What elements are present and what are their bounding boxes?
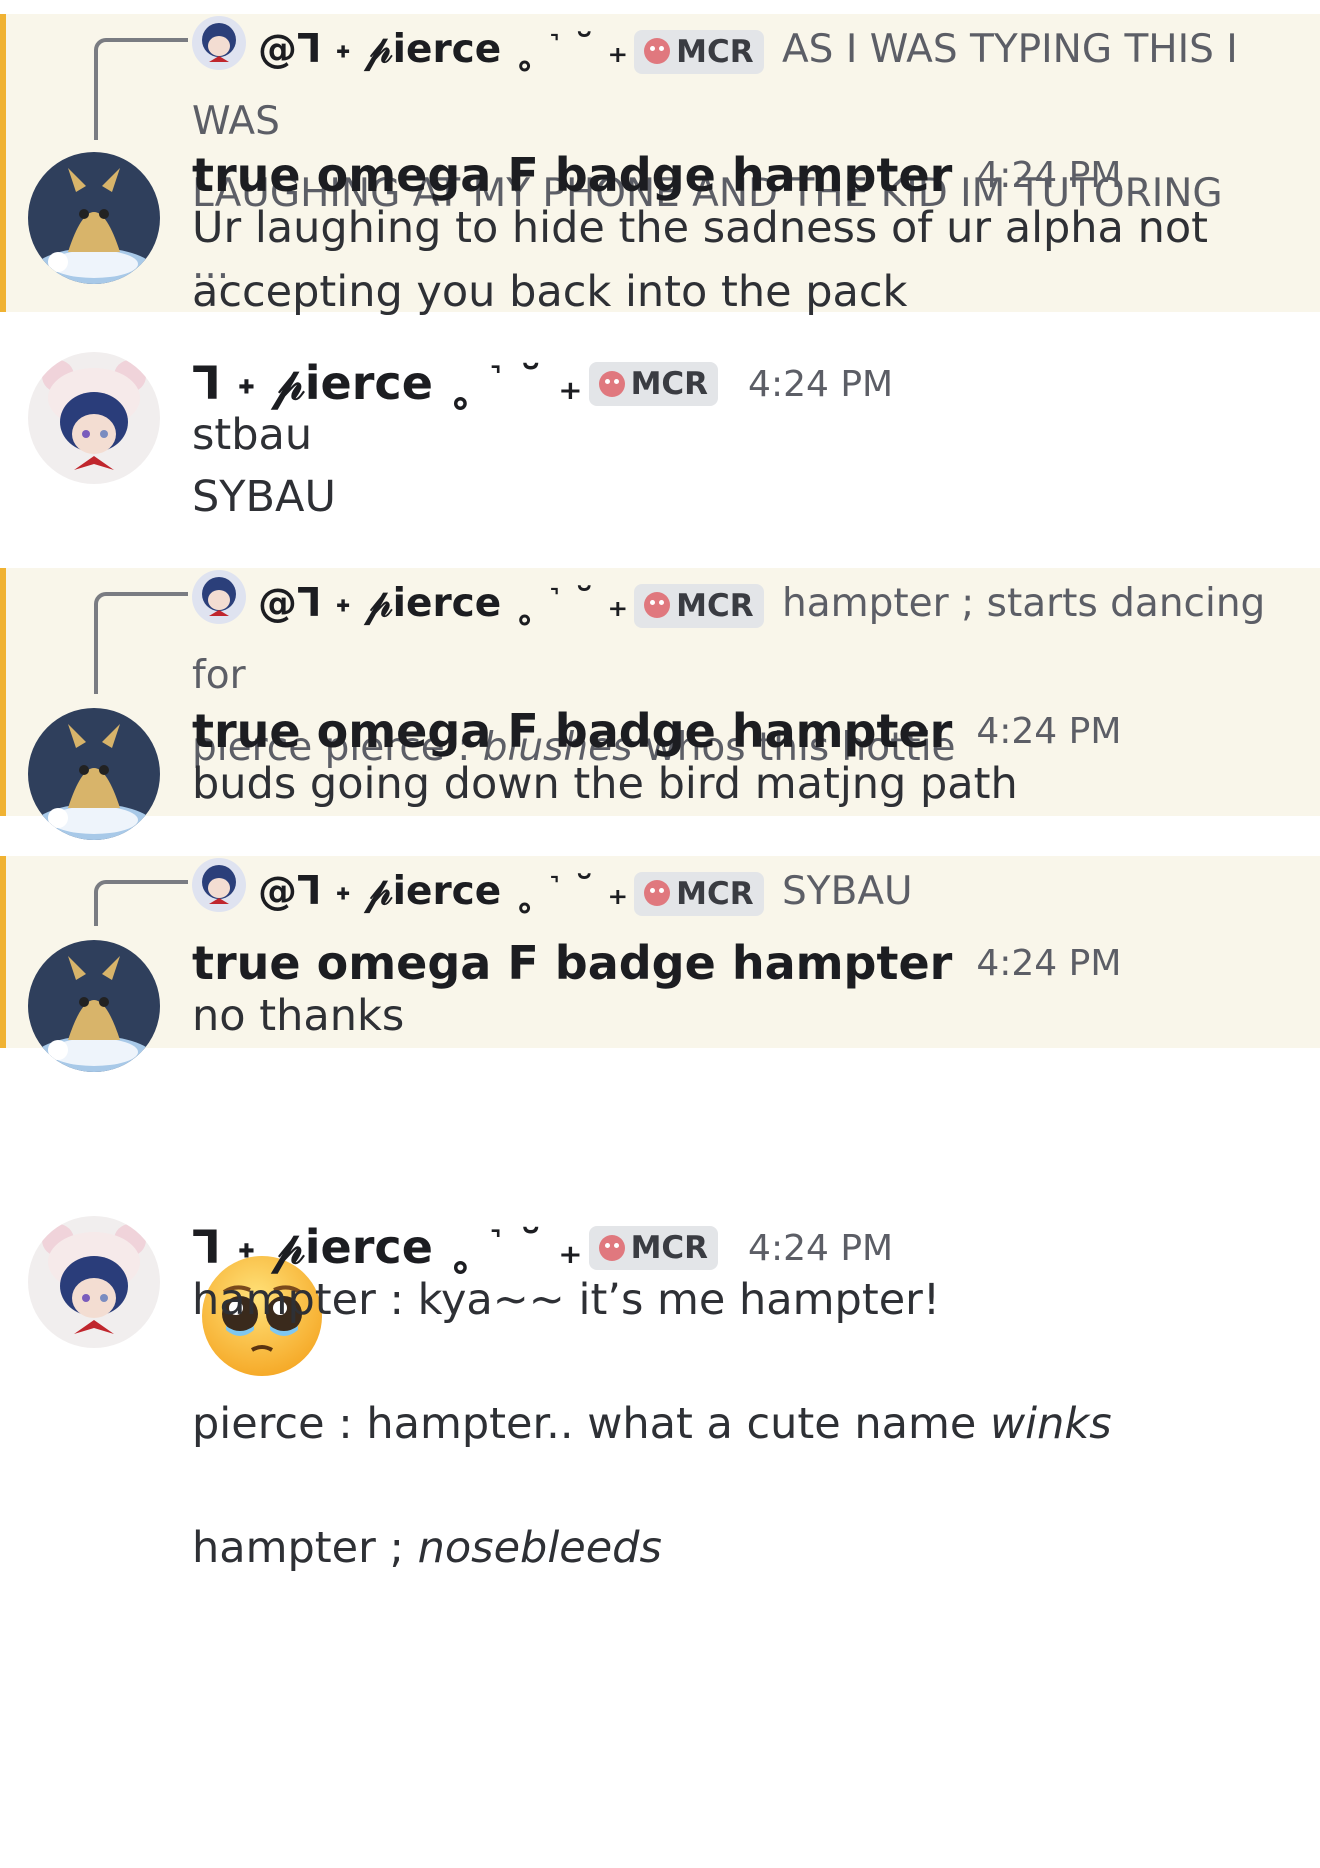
role-badge: MCR bbox=[634, 29, 764, 74]
message-line: buds going down the bird matjng path bbox=[192, 759, 1018, 809]
user-avatar[interactable] bbox=[28, 1216, 160, 1348]
message-line: stbau bbox=[192, 410, 313, 460]
timestamp[interactable]: 4:24 PM bbox=[748, 1228, 893, 1269]
username[interactable]: ᒣ ˖ 𝓅ierce ˳ ˺ ˘ ₊ bbox=[192, 356, 583, 410]
username[interactable]: true omega F badge hampter bbox=[192, 148, 952, 202]
message-content: stbau SYBAU bbox=[192, 404, 1272, 528]
user-avatar[interactable] bbox=[28, 352, 160, 484]
user-avatar[interactable] bbox=[28, 940, 160, 1072]
timestamp[interactable]: 4:24 PM bbox=[976, 943, 1121, 984]
reply-author[interactable]: @ᒣ ˖ 𝓅ierce ˳ ˺ ˘ ₊ bbox=[258, 869, 628, 914]
skull-icon bbox=[598, 1234, 625, 1261]
skull-icon bbox=[644, 592, 671, 618]
role-badge: MCR bbox=[634, 871, 764, 916]
message-header: true omega F badge hampter 4:24 PM bbox=[192, 148, 1121, 202]
role-badge: MCR bbox=[634, 583, 764, 628]
username[interactable]: true omega F badge hampter bbox=[192, 704, 952, 758]
reply-author[interactable]: @ᒣ ˖ 𝓅ierce ˳ ˺ ˘ ₊ bbox=[258, 581, 628, 626]
message-line: Ur laughing to hide the sadness of ur al… bbox=[192, 203, 1209, 253]
user-avatar[interactable] bbox=[28, 152, 160, 284]
message-header: true omega F badge hampter 4:24 PM bbox=[192, 936, 1121, 990]
user-avatar[interactable] bbox=[28, 708, 160, 840]
role-badge: MCR bbox=[588, 362, 719, 406]
mention-highlight-bar bbox=[0, 14, 6, 312]
message-content: no thanks bbox=[192, 984, 1272, 1048]
reply-author[interactable]: @ᒣ ˖ 𝓅ierce ˳ ˺ ˘ ₊ bbox=[258, 27, 628, 72]
message-line: hampter : kya~~ it’s me hampter! bbox=[192, 1275, 941, 1325]
reply-text-line-1: SYBAU bbox=[769, 869, 913, 914]
message-line: SYBAU bbox=[192, 472, 336, 522]
username[interactable]: true omega F badge hampter bbox=[192, 936, 952, 990]
reply-preview[interactable]: @ᒣ ˖ 𝓅ierce ˳ ˺ ˘ ₊ MCR SYBAU bbox=[192, 856, 1272, 928]
message-line: accepting you back into the pack bbox=[192, 267, 908, 317]
message-line: no thanks bbox=[192, 991, 405, 1041]
mention-highlight-bar bbox=[0, 568, 6, 816]
message-content: Ur laughing to hide the sadness of ur al… bbox=[192, 196, 1272, 324]
reply-connector bbox=[94, 592, 188, 694]
message-line: hampter ; nosebleeds bbox=[192, 1523, 662, 1573]
message-content: hampter : kya~~ it’s me hampter! pierce … bbox=[192, 1268, 1272, 1580]
reply-connector bbox=[94, 38, 188, 140]
username[interactable]: ᒣ ˖ 𝓅ierce ˳ ˺ ˘ ₊ bbox=[192, 1220, 583, 1274]
skull-icon bbox=[644, 880, 671, 906]
skull-icon bbox=[644, 38, 671, 64]
role-badge: MCR bbox=[588, 1226, 719, 1270]
timestamp[interactable]: 4:24 PM bbox=[976, 711, 1121, 752]
mention-highlight-bar bbox=[0, 856, 6, 1048]
reply-connector bbox=[94, 880, 188, 926]
timestamp[interactable]: 4:24 PM bbox=[748, 364, 893, 405]
timestamp[interactable]: 4:24 PM bbox=[976, 155, 1121, 196]
message-line: pierce : hampter.. what a cute name wink… bbox=[192, 1399, 1112, 1449]
skull-icon bbox=[598, 370, 625, 397]
message-content: buds going down the bird matjng path bbox=[192, 752, 1272, 816]
message-header: true omega F badge hampter 4:24 PM bbox=[192, 704, 1121, 758]
